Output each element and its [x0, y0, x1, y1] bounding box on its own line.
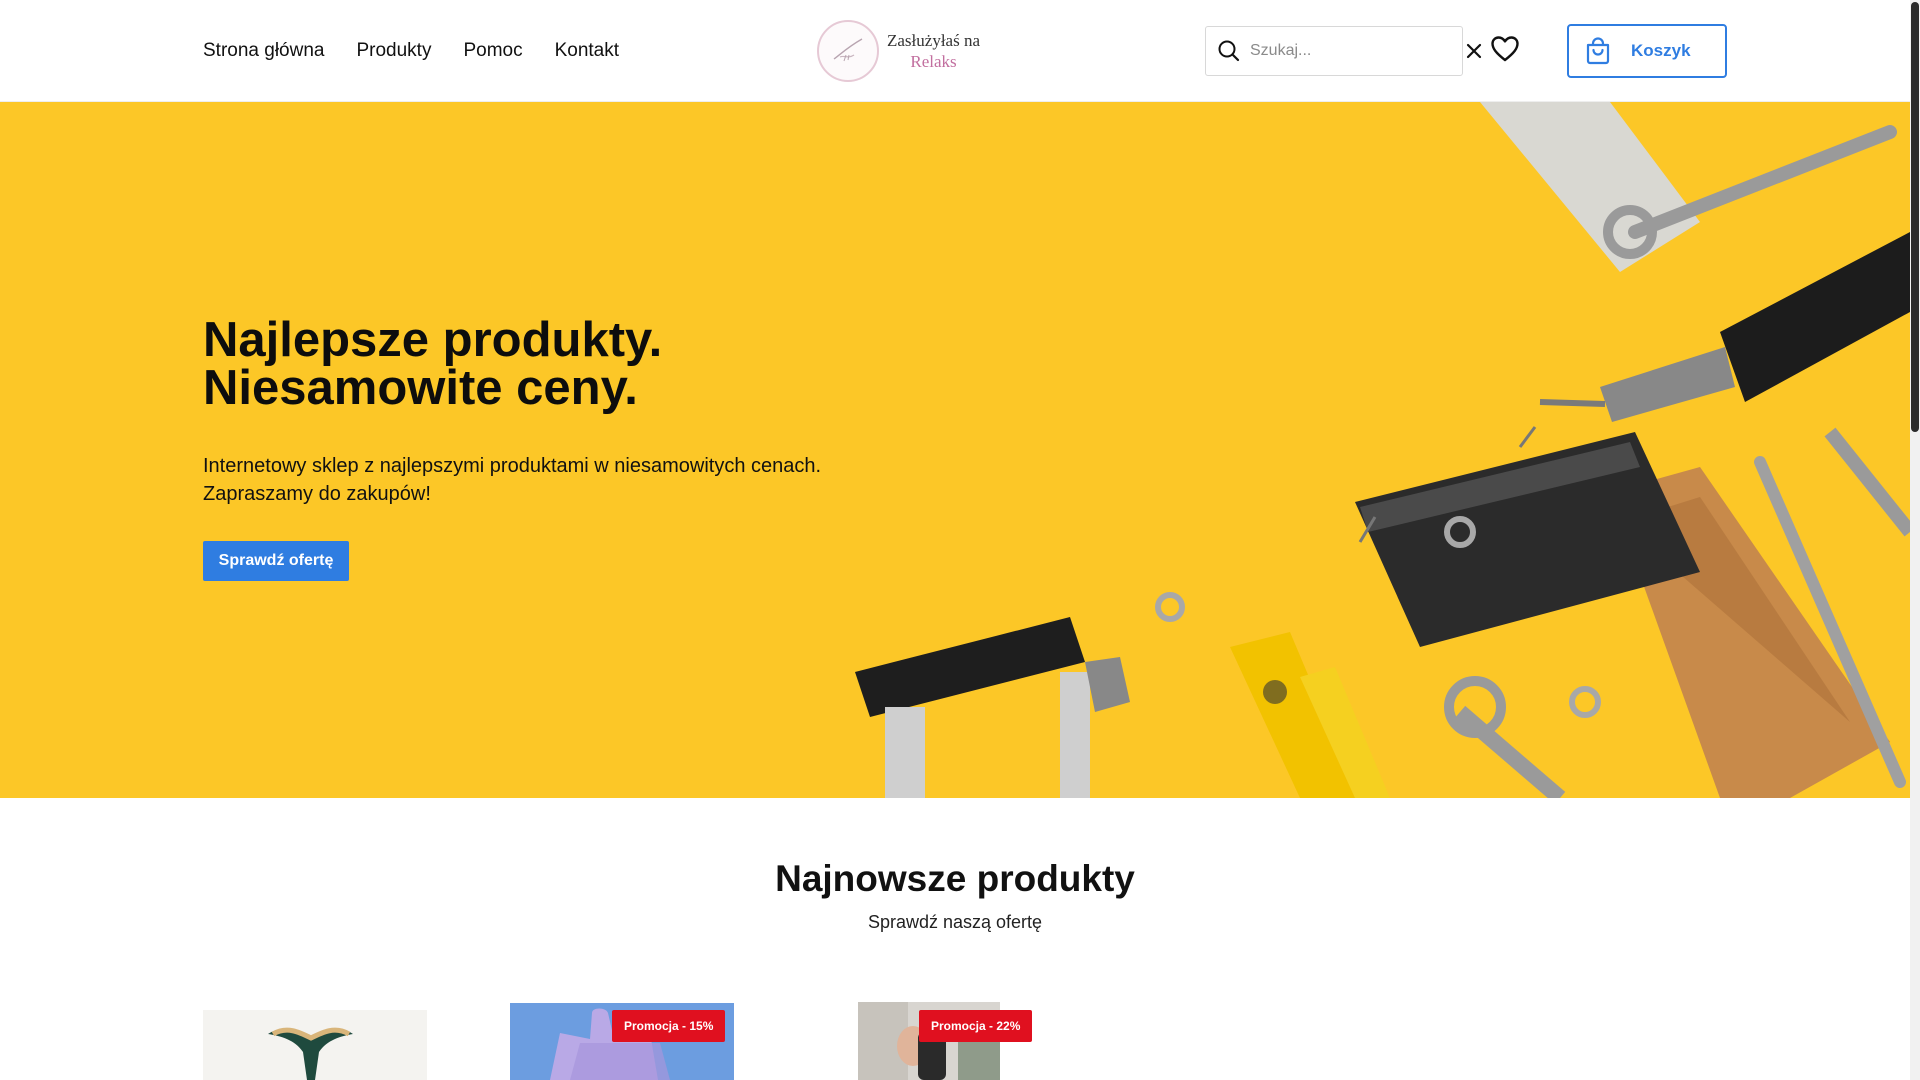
hero-description: Internetowy sklep z najlepszymi produkta… [203, 452, 883, 508]
section-subtitle: Sprawdź naszą ofertę [867, 912, 1043, 932]
check-offer-button[interactable]: Sprawdź ofertę [203, 541, 349, 581]
nav-help-link[interactable]: Pomoc [463, 40, 522, 62]
heart-icon[interactable] [1490, 34, 1520, 64]
promo-badge: Promocja - 15% [612, 1010, 726, 1042]
hero-description-line-2: Zapraszamy do zakupów! [203, 483, 431, 505]
product-image [203, 1010, 427, 1080]
hero-tools-image [0, 102, 1910, 798]
nav-contact-link[interactable]: Kontakt [555, 40, 619, 62]
cart-label: Koszyk [1631, 41, 1691, 60]
logo-line-1: Zasłużyłaś na [887, 31, 980, 50]
logo-text: Zasłużyłaś na Relaks [887, 30, 980, 72]
hero-title: Najlepsze produkty. Niesamowite ceny. [203, 313, 663, 415]
clear-search-button[interactable] [1465, 38, 1483, 64]
hero-title-line-1: Najlepsze produkty. [203, 313, 663, 367]
site-logo[interactable]: Zasłużyłaś na Relaks [817, 18, 980, 84]
nav-products-link[interactable]: Produkty [356, 40, 431, 62]
shopping-bag-icon [1586, 37, 1610, 65]
scrollbar-thumb[interactable] [1911, 2, 1919, 432]
search-input[interactable] [1242, 42, 1465, 60]
nav-home-link[interactable]: Strona główna [203, 40, 324, 62]
hero-banner: Najlepsze produkty. Niesamowite ceny. In… [0, 102, 1910, 798]
promo-badge: Promocja - 22% [919, 1010, 1033, 1042]
close-icon [1466, 43, 1482, 59]
logo-line-2: Relaks [910, 52, 957, 71]
site-header: Strona główna Produkty Pomoc Kontakt Zas… [0, 0, 1910, 102]
hero-description-line-1: Internetowy sklep z najlepszymi produkta… [203, 455, 822, 477]
cart-button[interactable]: Koszyk [1567, 24, 1727, 78]
product-card[interactable] [203, 1010, 427, 1080]
search-icon[interactable] [1216, 38, 1242, 64]
search-box [1205, 26, 1482, 76]
section-title: Najnowsze produkty [775, 858, 1135, 899]
main-nav: Strona główna Produkty Pomoc Kontakt [203, 0, 619, 102]
logo-icon [817, 20, 879, 82]
hero-title-line-2: Niesamowite ceny. [203, 361, 638, 415]
